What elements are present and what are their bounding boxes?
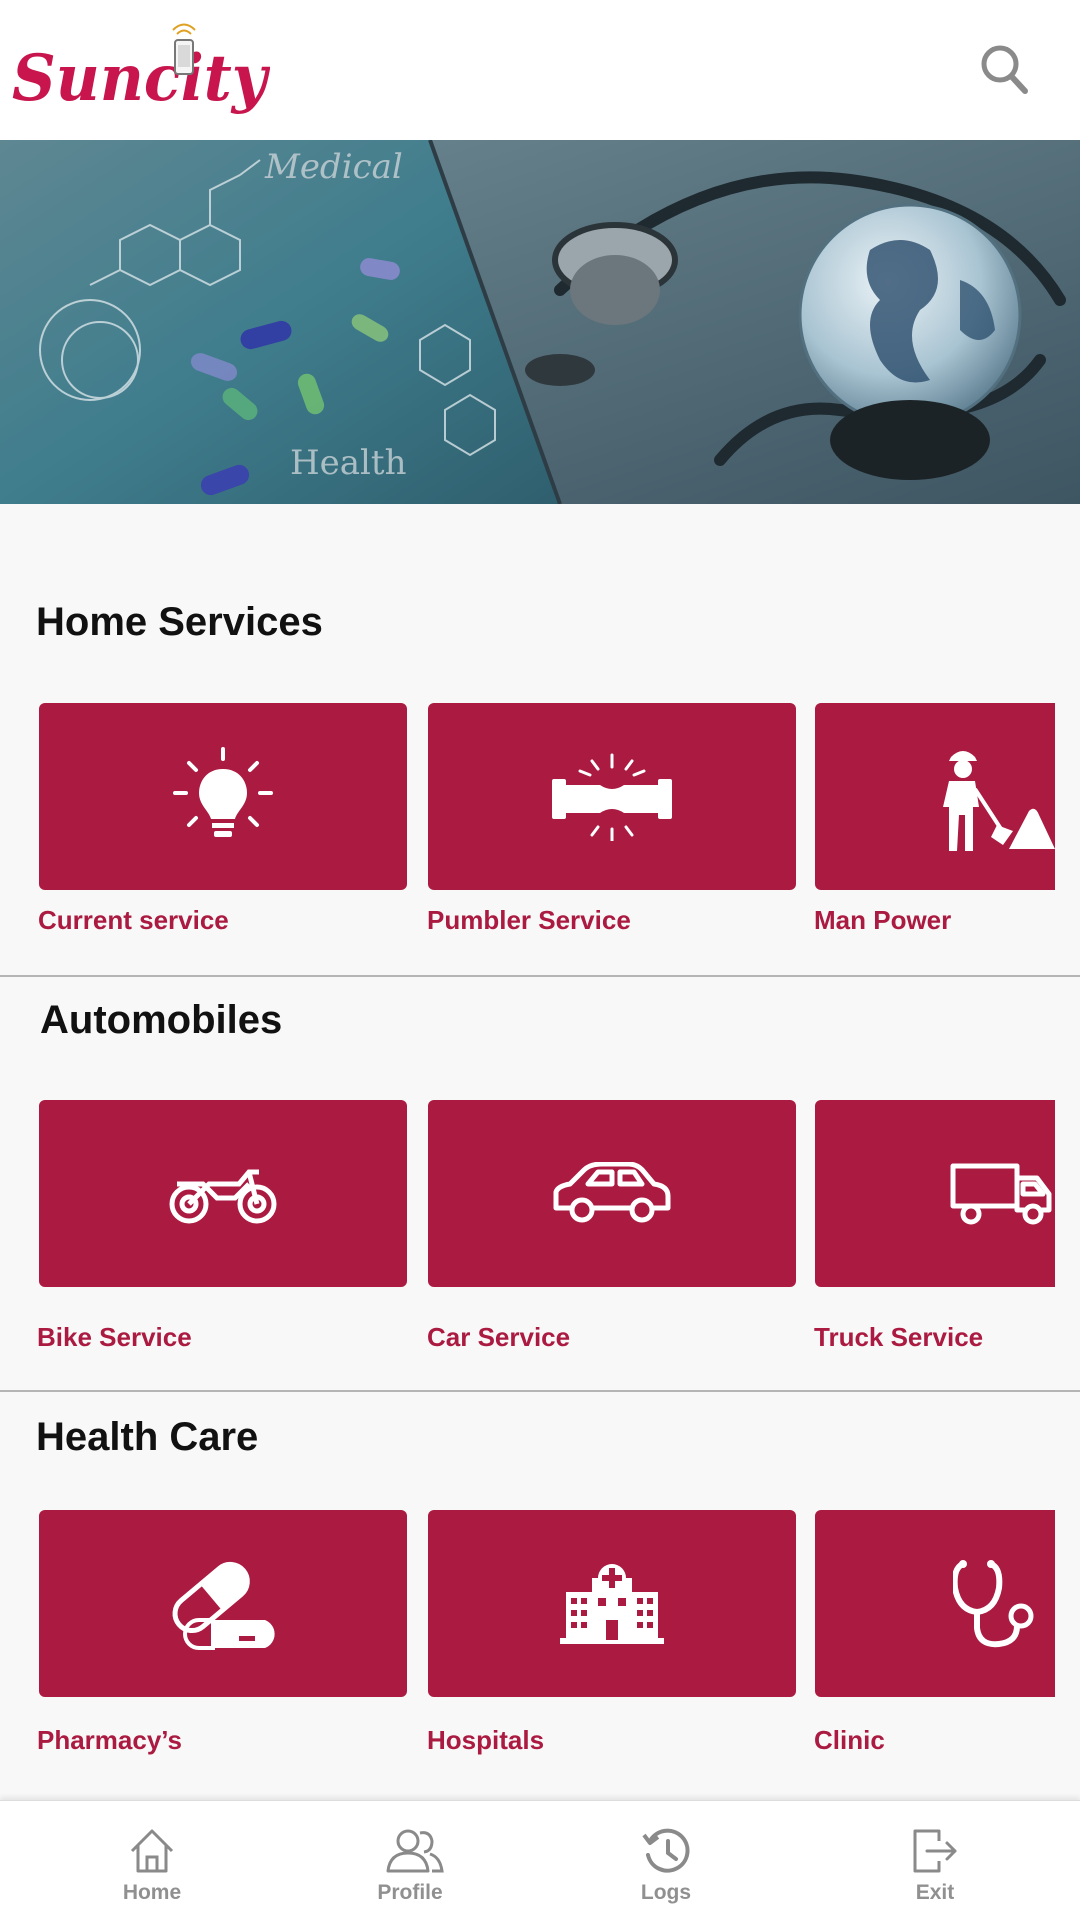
nav-exit[interactable]: Exit: [835, 1801, 1035, 1921]
section-title-health-care: Health Care: [36, 1415, 259, 1459]
service-card-car-service[interactable]: [428, 1100, 796, 1287]
nav-logs-label: Logs: [640, 1881, 692, 1904]
exit-icon: [913, 1829, 957, 1873]
banner-word-health: Health: [290, 443, 406, 483]
worker-shovel-icon: [943, 751, 1055, 851]
section-divider: [0, 975, 1080, 977]
home-icon: [130, 1829, 174, 1873]
service-card-pharmacy[interactable]: [39, 1510, 407, 1697]
nav-home-label: Home: [122, 1881, 182, 1904]
nav-exit-label: Exit: [915, 1881, 955, 1904]
service-label-car-service[interactable]: Car Service: [427, 1322, 570, 1353]
logo-text: Suncity: [12, 41, 270, 116]
service-label-pharmacy[interactable]: Pharmacy’s: [37, 1725, 182, 1756]
section-divider: [0, 1390, 1080, 1392]
service-label-current-service[interactable]: Current service: [38, 905, 229, 936]
service-label-clinic[interactable]: Clinic: [814, 1725, 885, 1756]
motorcycle-icon: [169, 1169, 277, 1224]
pipe-icon: [552, 753, 672, 841]
pill-icon: [172, 1561, 275, 1650]
service-label-man-power[interactable]: Man Power: [814, 905, 951, 936]
service-card-clinic[interactable]: [815, 1510, 1055, 1697]
nav-profile-label: Profile: [377, 1881, 443, 1904]
section-title-automobiles: Automobiles: [40, 998, 283, 1042]
stethoscope-icon: [953, 1560, 1034, 1648]
bottom-navigation: Home Profile Logs Exit: [0, 1800, 1080, 1921]
car-icon: [553, 1162, 671, 1223]
service-label-bike-service[interactable]: Bike Service: [37, 1322, 192, 1353]
truck-icon: [950, 1163, 1052, 1225]
search-button[interactable]: [980, 44, 1030, 96]
promo-banner[interactable]: Medical Health: [0, 140, 1080, 504]
service-card-bike-service[interactable]: [39, 1100, 407, 1287]
app-header: Suncity: [0, 0, 1080, 140]
section-title-home-services: Home Services: [36, 600, 323, 644]
app-logo[interactable]: Suncity: [10, 22, 271, 122]
service-card-current-service[interactable]: [39, 703, 407, 890]
service-label-truck-service[interactable]: Truck Service: [814, 1322, 983, 1353]
nav-home[interactable]: Home: [52, 1801, 252, 1921]
service-card-pumbler-service[interactable]: [428, 703, 796, 890]
logo-graphic: Suncity: [12, 23, 271, 116]
history-icon: [642, 1828, 690, 1873]
service-label-hospitals[interactable]: Hospitals: [427, 1725, 544, 1756]
service-card-man-power[interactable]: [815, 703, 1055, 890]
profile-icon: [386, 1829, 444, 1873]
service-card-truck-service[interactable]: [815, 1100, 1055, 1287]
service-label-pumbler-service[interactable]: Pumbler Service: [427, 905, 631, 936]
nav-logs[interactable]: Logs: [566, 1801, 766, 1921]
banner-word-medical: Medical: [264, 147, 403, 187]
search-icon: [981, 45, 1028, 94]
lightbulb-icon: [173, 747, 273, 837]
nav-profile[interactable]: Profile: [310, 1801, 510, 1921]
phone-signal-icon: [172, 23, 196, 75]
service-card-hospitals[interactable]: [428, 1510, 796, 1697]
banner-image: Medical Health: [0, 140, 1080, 504]
hospital-icon: [560, 1564, 664, 1644]
